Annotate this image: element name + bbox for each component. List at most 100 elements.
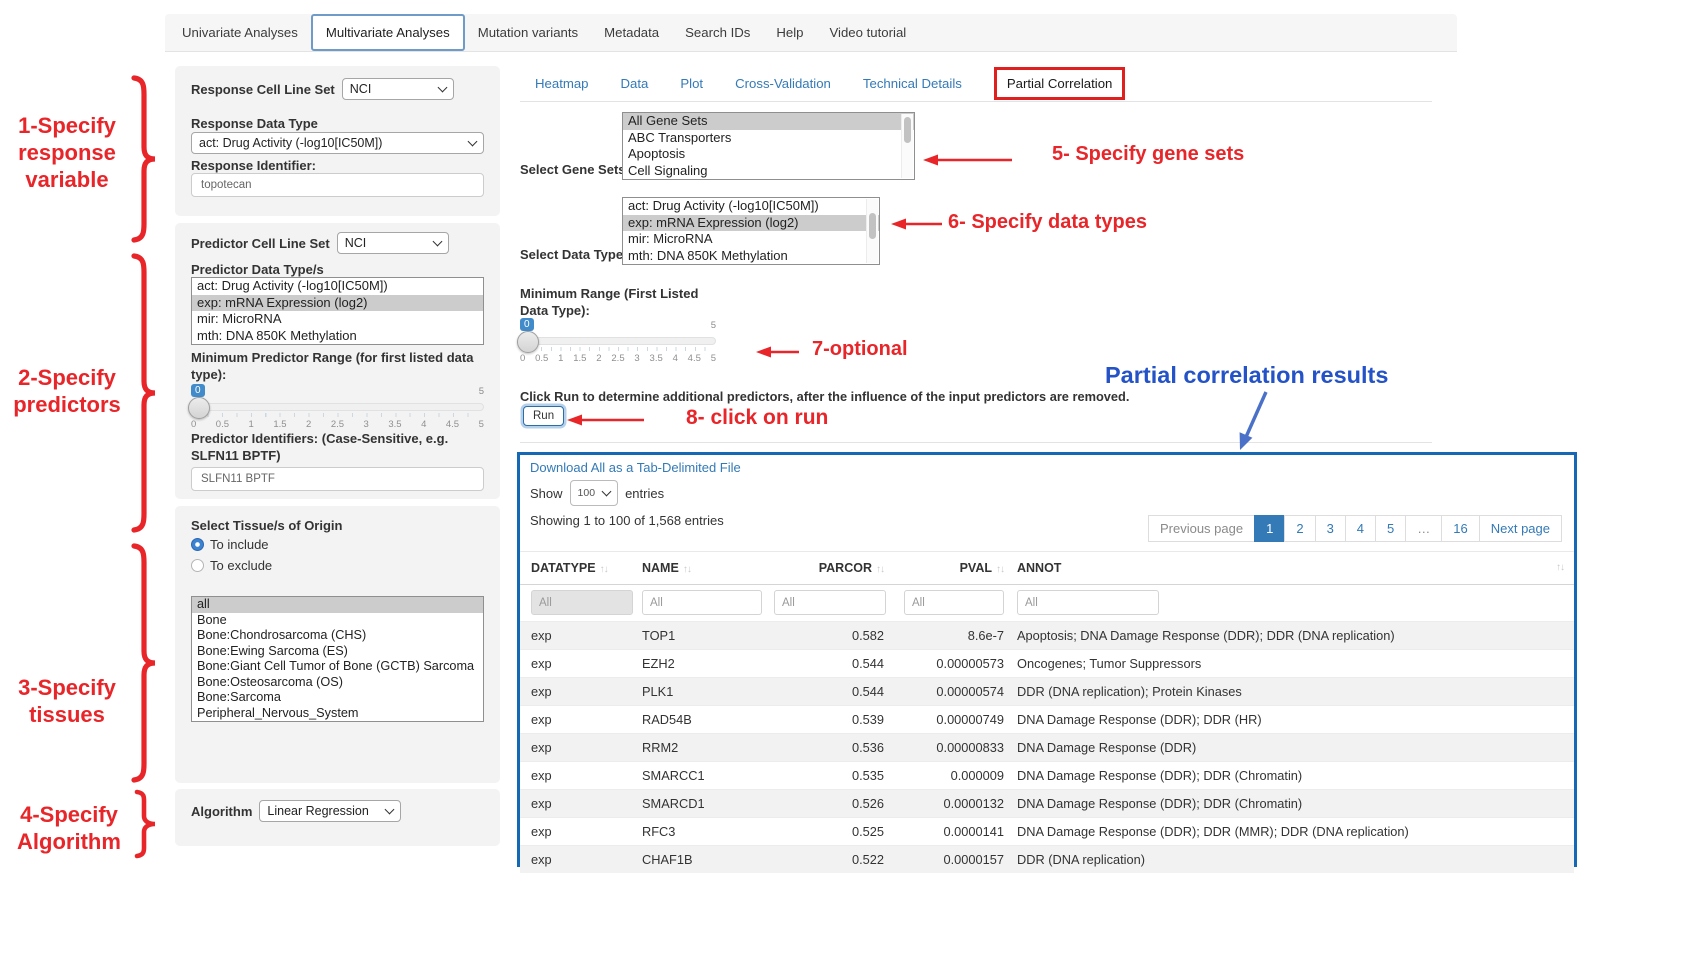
- tab[interactable]: Heatmap: [535, 76, 589, 91]
- predictor-type-option[interactable]: exp: mRNA Expression (log2): [192, 295, 483, 312]
- page-button[interactable]: 16: [1441, 515, 1479, 542]
- response-identifier-input[interactable]: topotecan: [191, 173, 484, 197]
- filter-input-parcor[interactable]: [774, 590, 886, 615]
- tissue-option[interactable]: Bone:Sarcoma: [192, 690, 483, 706]
- page-button[interactable]: …: [1405, 515, 1442, 542]
- response-cell-line-select[interactable]: NCI: [342, 78, 454, 100]
- predictor-identifiers-input[interactable]: SLFN11 BPTF: [191, 467, 484, 491]
- predictor-type-option[interactable]: act: Drug Activity (-log10[IC50M]): [192, 278, 483, 295]
- gene-sets-listbox[interactable]: All Gene SetsABC TransportersApoptosisCe…: [622, 112, 915, 180]
- cell-annot: Apoptosis; DNA Damage Response (DDR); DD…: [1004, 628, 1574, 643]
- cell-pval: 0.00000749: [884, 712, 1004, 727]
- data-types-listbox[interactable]: act: Drug Activity (-log10[IC50M])exp: m…: [622, 197, 880, 265]
- filter-input-pval[interactable]: [904, 590, 1004, 615]
- download-link[interactable]: Download All as a Tab-Delimited File: [530, 460, 741, 475]
- page-size-select[interactable]: 100: [570, 480, 619, 506]
- tissue-option[interactable]: all: [192, 597, 483, 613]
- column-header-datatype[interactable]: DATATYPE: [520, 561, 642, 575]
- tab[interactable]: Technical Details: [863, 76, 962, 91]
- listbox-scrollbar[interactable]: [901, 114, 913, 178]
- sort-icon[interactable]: [683, 564, 691, 575]
- filter-input-name[interactable]: [642, 590, 762, 615]
- filter-input-annot[interactable]: [1017, 590, 1159, 615]
- run-button[interactable]: Run: [523, 406, 564, 426]
- tissue-option[interactable]: Bone:Chondrosarcoma (CHS): [192, 628, 483, 644]
- tick-label: 5: [479, 419, 484, 430]
- slider-max-label: 5: [479, 386, 484, 397]
- slider-handle[interactable]: [517, 331, 539, 353]
- page-button[interactable]: 5: [1375, 515, 1406, 542]
- cell-pval: 0.00000573: [884, 656, 1004, 671]
- sort-icon[interactable]: [876, 564, 884, 575]
- response-data-type-select[interactable]: act: Drug Activity (-log10[IC50M]): [191, 132, 484, 154]
- nav-item[interactable]: Multivariate Analyses: [311, 14, 465, 51]
- tissue-option[interactable]: Bone:Osteosarcoma (OS): [192, 675, 483, 691]
- tick-label: 0.5: [535, 353, 548, 364]
- data-type-option[interactable]: exp: mRNA Expression (log2): [623, 215, 879, 232]
- tab[interactable]: Plot: [680, 76, 703, 91]
- sort-icon[interactable]: [996, 564, 1004, 575]
- page-button[interactable]: 3: [1315, 515, 1346, 542]
- nav-item[interactable]: Metadata: [591, 14, 672, 51]
- nav-item[interactable]: Mutation variants: [465, 14, 591, 51]
- slider-track[interactable]: [520, 337, 716, 345]
- page-button[interactable]: 1: [1254, 515, 1285, 542]
- cell-annot: DNA Damage Response (DDR); DDR (Chromati…: [1004, 768, 1574, 783]
- radio-include[interactable]: [191, 538, 204, 551]
- tissue-option[interactable]: Peripheral_Nervous_System: [192, 706, 483, 722]
- data-type-option[interactable]: mir: MicroRNA: [623, 231, 879, 248]
- sort-icon[interactable]: [1556, 562, 1564, 573]
- table-row: exp EZH2 0.544 0.00000573 Oncogenes; Tum…: [520, 649, 1574, 677]
- tissue-option[interactable]: Bone:Giant Cell Tumor of Bone (GCTB) Sar…: [192, 659, 483, 675]
- data-types-label: Select Data Types: [520, 247, 630, 262]
- cell-name: CHAF1B: [642, 852, 774, 867]
- cell-pval: 0.0000141: [884, 824, 1004, 839]
- page-button[interactable]: Previous page: [1148, 515, 1255, 542]
- algorithm-select[interactable]: Linear Regression: [259, 800, 401, 822]
- predictor-data-types-listbox[interactable]: act: Drug Activity (-log10[IC50M])exp: m…: [191, 277, 484, 345]
- page-button[interactable]: 2: [1284, 515, 1315, 542]
- tab[interactable]: Data: [621, 76, 649, 91]
- gene-set-option[interactable]: ABC Transporters: [623, 130, 914, 147]
- cell-annot: DDR (DNA replication); Protein Kinases: [1004, 684, 1574, 699]
- predictor-type-option[interactable]: mth: DNA 850K Methylation: [192, 328, 483, 345]
- gene-set-option[interactable]: All Gene Sets: [623, 113, 914, 130]
- column-header-parcor[interactable]: PARCOR: [774, 561, 884, 575]
- nav-item[interactable]: Search IDs: [672, 14, 763, 51]
- tick-label: 0: [191, 419, 196, 430]
- tab[interactable]: Cross-Validation: [735, 76, 831, 91]
- gene-set-option[interactable]: Apoptosis: [623, 146, 914, 163]
- tissue-option[interactable]: Bone: [192, 613, 483, 629]
- data-type-option[interactable]: mth: DNA 850K Methylation: [623, 248, 879, 265]
- column-header-annot[interactable]: ANNOT: [1004, 561, 1574, 575]
- page-button[interactable]: Next page: [1479, 515, 1562, 542]
- tissue-option[interactable]: Bone:Ewing Sarcoma (ES): [192, 644, 483, 660]
- tick-label: 4: [673, 353, 678, 364]
- tissue-listbox[interactable]: allBoneBone:Chondrosarcoma (CHS)Bone:Ewi…: [191, 596, 484, 722]
- section-divider: [520, 442, 1432, 443]
- tab[interactable]: Partial Correlation: [994, 67, 1126, 100]
- nav-item[interactable]: Video tutorial: [816, 14, 919, 51]
- chevron-down-icon: [468, 137, 478, 147]
- slider-track[interactable]: [191, 403, 484, 411]
- slider-handle[interactable]: [188, 397, 210, 419]
- red-brace-2: [128, 252, 160, 534]
- red-arrow-gene-sets: [922, 152, 1014, 168]
- gene-set-option[interactable]: Cell Signaling: [623, 163, 914, 180]
- chevron-down-icon: [437, 83, 447, 93]
- radio-exclude[interactable]: [191, 559, 204, 572]
- tick-label: 5: [711, 353, 716, 364]
- column-header-name[interactable]: NAME: [642, 561, 774, 575]
- annotation-step6: 6- Specify data types: [948, 211, 1147, 234]
- filter-input-datatype[interactable]: [531, 590, 633, 615]
- nav-item[interactable]: Help: [763, 14, 816, 51]
- sort-icon[interactable]: [600, 564, 608, 575]
- predictor-cell-line-select[interactable]: NCI: [337, 232, 449, 254]
- column-header-pval[interactable]: PVAL: [884, 561, 1004, 575]
- listbox-scrollbar[interactable]: [866, 199, 878, 263]
- data-type-option[interactable]: act: Drug Activity (-log10[IC50M]): [623, 198, 879, 215]
- nav-item[interactable]: Univariate Analyses: [169, 14, 311, 51]
- chevron-down-icon: [602, 487, 612, 497]
- page-button[interactable]: 4: [1345, 515, 1376, 542]
- predictor-type-option[interactable]: mir: MicroRNA: [192, 311, 483, 328]
